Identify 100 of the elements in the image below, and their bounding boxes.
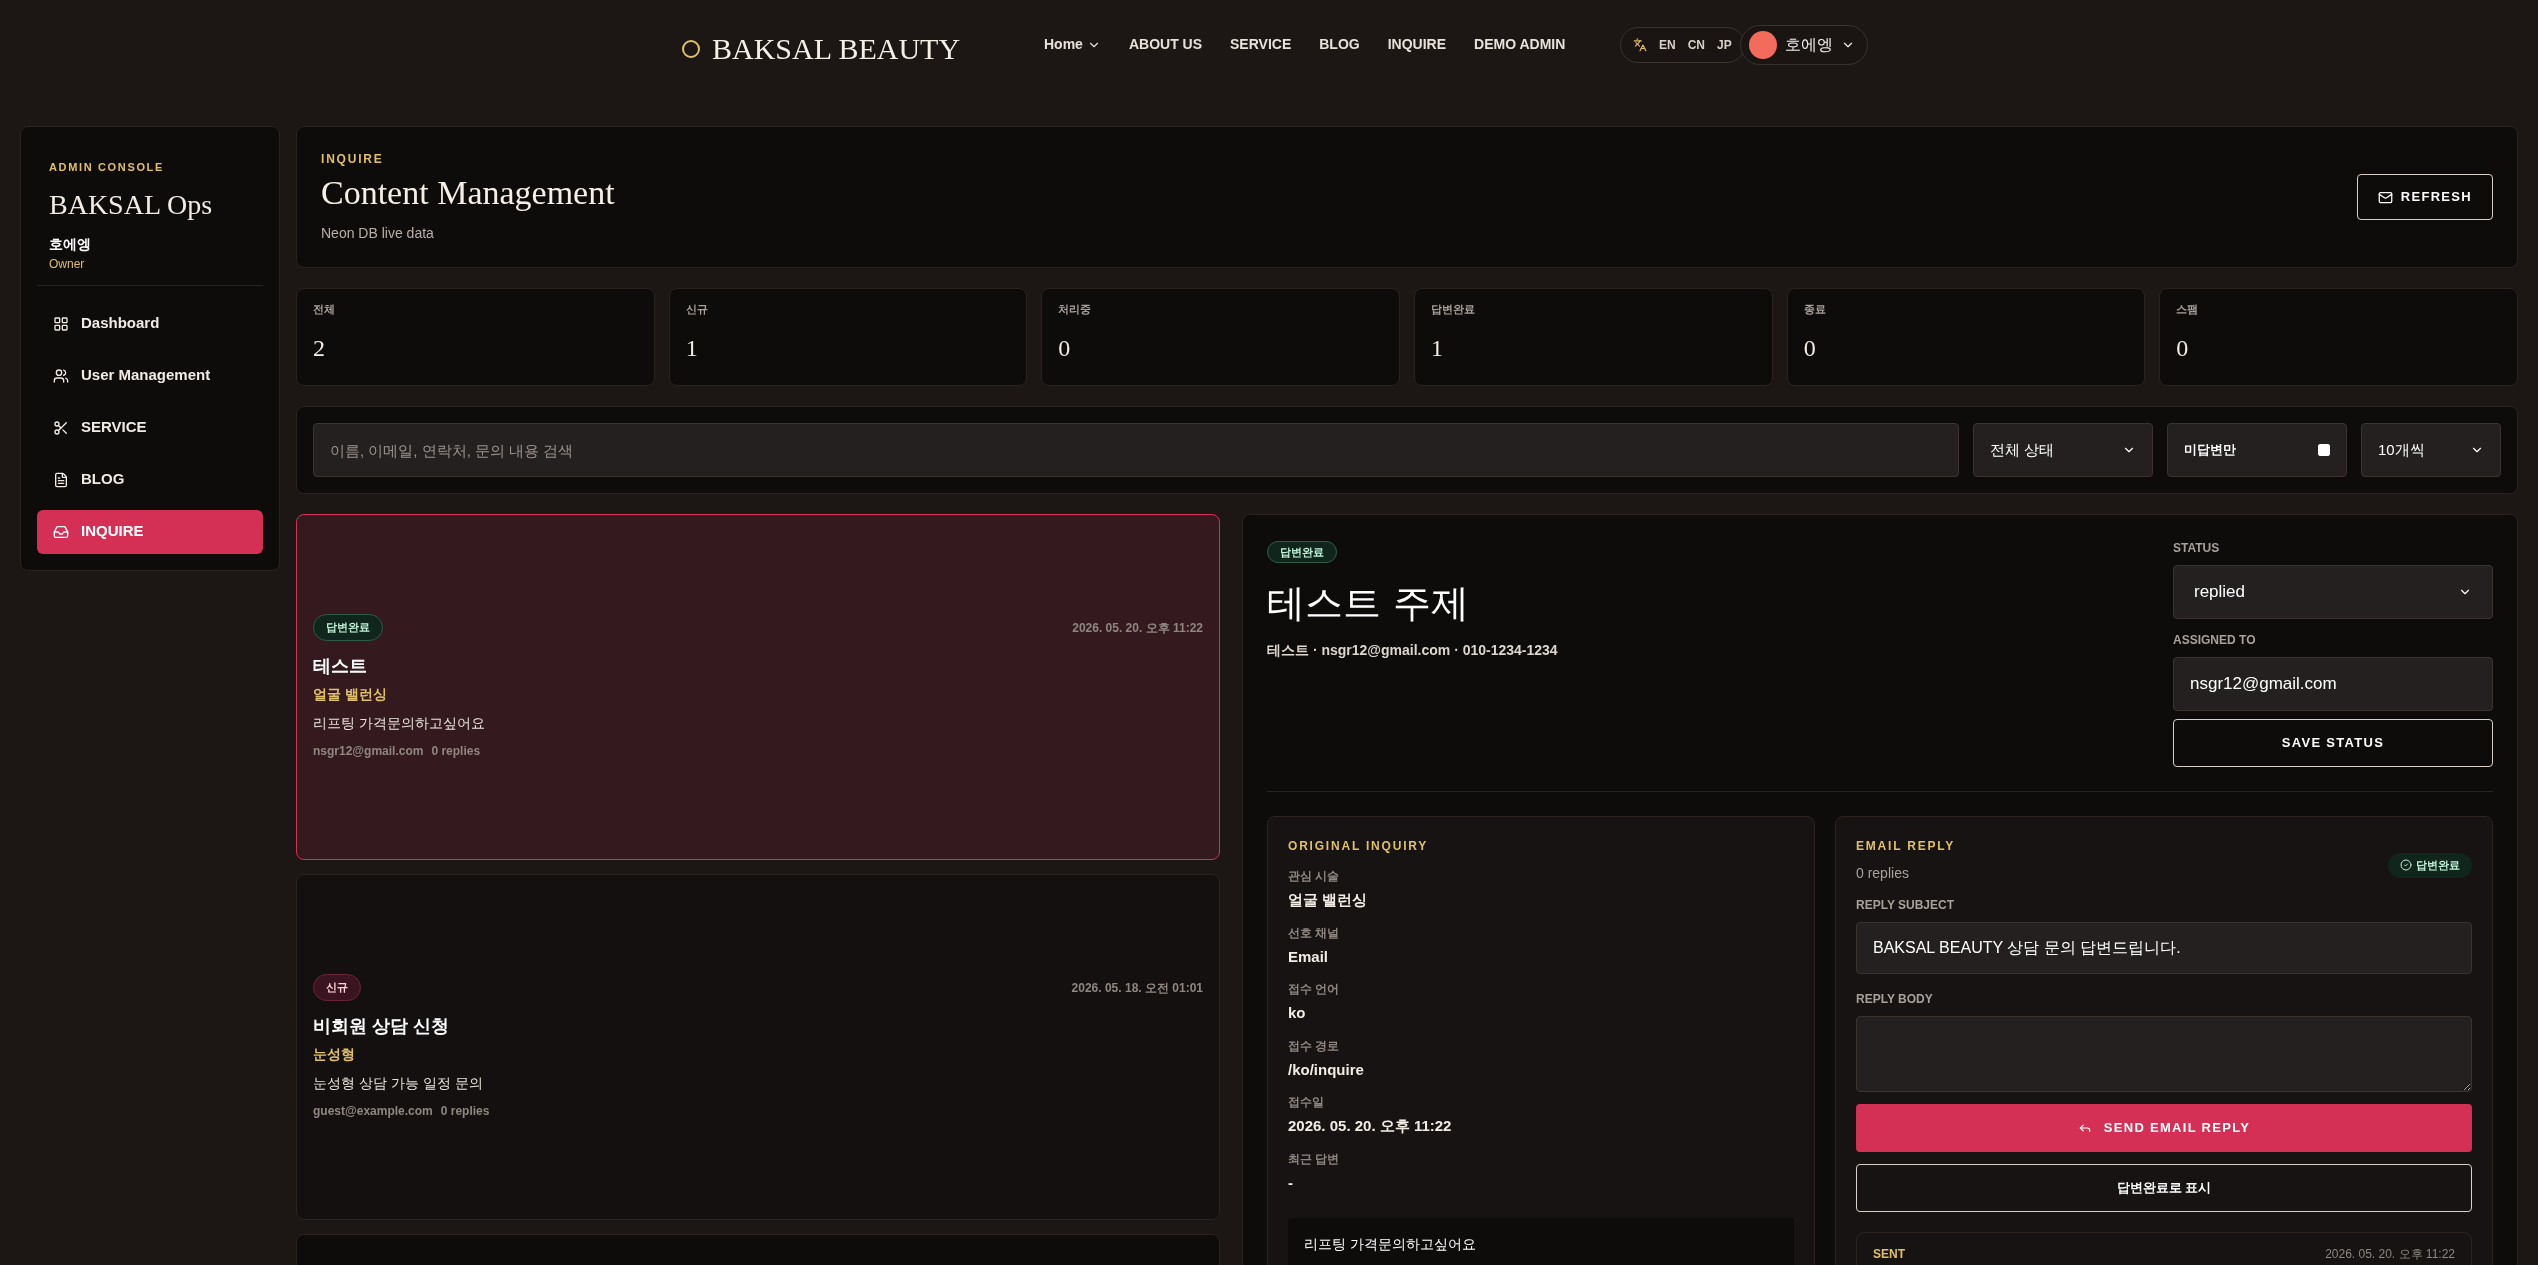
- stat-label: 처리중: [1058, 302, 1093, 317]
- treatment-label: 눈성형: [313, 1044, 356, 1064]
- stat-value: 0: [1058, 333, 1072, 363]
- language-option[interactable]: EN: [1659, 36, 1676, 54]
- page-eyebrow: INQUIRE: [321, 151, 385, 169]
- field-label: 접수일: [1288, 1094, 1325, 1111]
- field-label: REPLY SUBJECT: [1856, 897, 1956, 914]
- assigned-field[interactable]: nsgr12@gmail.com: [2173, 657, 2493, 711]
- users-icon: [53, 367, 69, 384]
- field-label: 접수 언어: [1288, 981, 1341, 998]
- message-box: 리프팅 가격문의하고싶어요: [1288, 1218, 1794, 1265]
- search-field[interactable]: 이름, 이메일, 연락처, 문의 내용 검색: [313, 423, 1959, 477]
- treatment-label: 얼굴 밸런싱: [313, 684, 388, 704]
- field-label: REPLY BODY: [1856, 991, 1934, 1008]
- field-value: -: [1288, 1172, 1294, 1193]
- sidebar-item[interactable]: User Management: [37, 353, 263, 398]
- site-logo[interactable]: BAKSAL BEAUTY: [682, 26, 961, 71]
- stat-value: 0: [1803, 333, 1817, 363]
- inbox-icon: [53, 523, 69, 540]
- inquiry-date: 2026. 05. 20. 오후 11:22: [1072, 619, 1203, 637]
- sent-date: 2026. 05. 20. 오후 11:22: [2325, 1246, 2455, 1263]
- inquiry-date: 2026. 05. 18. 오전 01:01: [1071, 979, 1203, 997]
- send-reply-button[interactable]: SEND EMAIL REPLY: [1856, 1104, 2472, 1152]
- inquiry-card[interactable]: 답변완료 2026. 05. 20. 오후 11:22 테스트 얼굴 밸런싱 리프팅 가격문의하고싶어요 nsgr12@gmail.com 0 replies: [296, 514, 1220, 860]
- stat-value: 1: [1431, 333, 1444, 363]
- stat-label: 종료: [1803, 302, 1827, 317]
- user-name: 호에엥: [48, 234, 92, 254]
- field-value: 2026. 05. 20. 오후 11:22: [1288, 1116, 1453, 1136]
- reply-count: 0 replies: [431, 742, 481, 760]
- unanswered-toggle[interactable]: 미답변만: [2167, 423, 2347, 477]
- avatar: [1749, 31, 1777, 59]
- ring-icon: [682, 39, 700, 58]
- reply-count: 0 replies: [440, 1102, 490, 1120]
- field-label: ASSIGNED TO: [2173, 632, 2257, 649]
- inquiry-message: 리프팅 가격문의하고싶어요: [313, 713, 486, 733]
- page-size-select[interactable]: 10개씩: [2361, 423, 2501, 477]
- mark-replied-button[interactable]: 답변완료로 표시: [1856, 1164, 2472, 1212]
- document-icon: [53, 471, 69, 488]
- page-subtitle: Neon DB live data: [321, 223, 435, 243]
- checkbox[interactable]: [2318, 444, 2330, 456]
- nav-link[interactable]: Home: [1044, 34, 1101, 55]
- field-label: STATUS: [2173, 540, 2221, 557]
- inquiry-message: 눈성형 상담 가능 일정 문의: [313, 1073, 484, 1093]
- sidebar-item[interactable]: INQUIRE: [37, 509, 263, 554]
- sidebar-eyebrow: ADMIN CONSOLE: [48, 160, 165, 175]
- inquiry-card[interactable]: 신규 2026. 05. 18. 오전 01:01 비회원 상담 신청 눈성형 눈성형 상담 가능 일정 문의 guest@example.com 0 replies: [296, 874, 1220, 1220]
- field-value: ko: [1288, 1003, 1307, 1023]
- status-badge: 신규: [313, 974, 361, 1001]
- mail-icon: [2377, 189, 2393, 205]
- grid-icon: [53, 315, 69, 332]
- stat-label: 전체: [313, 302, 336, 317]
- inquiry-email: guest@example.com: [313, 1102, 433, 1120]
- inquiry-name: 테스트: [313, 654, 368, 678]
- field-label: 최근 답변: [1288, 1150, 1341, 1168]
- reply-count: 0 replies: [1856, 864, 1910, 883]
- field-label: 관심 시술: [1288, 868, 1341, 885]
- nav-link[interactable]: INQUIRE: [1387, 34, 1447, 55]
- stat-value: 0: [2176, 333, 2190, 363]
- sidebar-item[interactable]: BLOG: [37, 457, 263, 502]
- stat-label: 답변완료: [1431, 302, 1476, 317]
- field-value: Email: [1288, 946, 1330, 967]
- status-select[interactable]: 전체 상태: [1973, 423, 2153, 477]
- subject-field[interactable]: BAKSAL BEAUTY 상담 문의 답변드립니다.: [1856, 922, 2472, 974]
- contact-meta: 테스트 · nsgr12@gmail.com · 010-1234-1234: [1267, 641, 1558, 660]
- sidebar-title: BAKSAL Ops: [48, 187, 214, 222]
- stat-value: 1: [685, 333, 699, 363]
- page-title: Content Management: [321, 173, 615, 214]
- status-badge: 답변완료: [2388, 853, 2472, 878]
- stat-value: 2: [313, 333, 326, 363]
- nav-link[interactable]: BLOG: [1319, 34, 1360, 55]
- section-heading: ORIGINAL INQUIRY: [1288, 838, 1430, 855]
- reply-body-field[interactable]: [1856, 1016, 2472, 1092]
- translate-icon: [1633, 38, 1647, 52]
- save-status-button[interactable]: SAVE STATUS: [2173, 719, 2493, 767]
- status-badge: 답변완료: [313, 614, 383, 641]
- nav-link[interactable]: SERVICE: [1230, 34, 1292, 55]
- inquiry-name: 비회원 상담 신청: [313, 1014, 450, 1038]
- status-select[interactable]: replied: [2173, 565, 2493, 619]
- sent-label: SENT: [1873, 1246, 1905, 1263]
- language-option[interactable]: CN: [1687, 36, 1705, 54]
- stat-label: 신규: [685, 302, 709, 317]
- language-switcher[interactable]: EN CN JP: [1620, 27, 1745, 63]
- field-value: /ko/inquire: [1288, 1059, 1365, 1080]
- language-option[interactable]: JP: [1717, 36, 1732, 54]
- field-label: 접수 경로: [1288, 1037, 1341, 1055]
- user-menu[interactable]: 호에엥: [1740, 25, 1868, 65]
- detail-title: 테스트 주제: [1267, 580, 1471, 627]
- inquiry-email: nsgr12@gmail.com: [313, 742, 424, 760]
- user-name: 호에엥: [1785, 35, 1833, 55]
- status-badge: 답변완료: [1267, 541, 1337, 563]
- sidebar-item[interactable]: SERVICE: [37, 405, 263, 450]
- stat-label: 스팸: [2176, 302, 2200, 317]
- reply-icon: [2077, 1121, 2092, 1135]
- nav-link[interactable]: ABOUT US: [1128, 34, 1203, 55]
- refresh-button[interactable]: REFRESH: [2356, 174, 2493, 220]
- check-circle-icon: [2400, 859, 2412, 872]
- nav-link[interactable]: DEMO ADMIN: [1474, 34, 1566, 55]
- user-role: Owner: [48, 255, 86, 273]
- field-value: 얼굴 밸런싱: [1288, 890, 1369, 910]
- sidebar-item[interactable]: Dashboard: [37, 301, 263, 346]
